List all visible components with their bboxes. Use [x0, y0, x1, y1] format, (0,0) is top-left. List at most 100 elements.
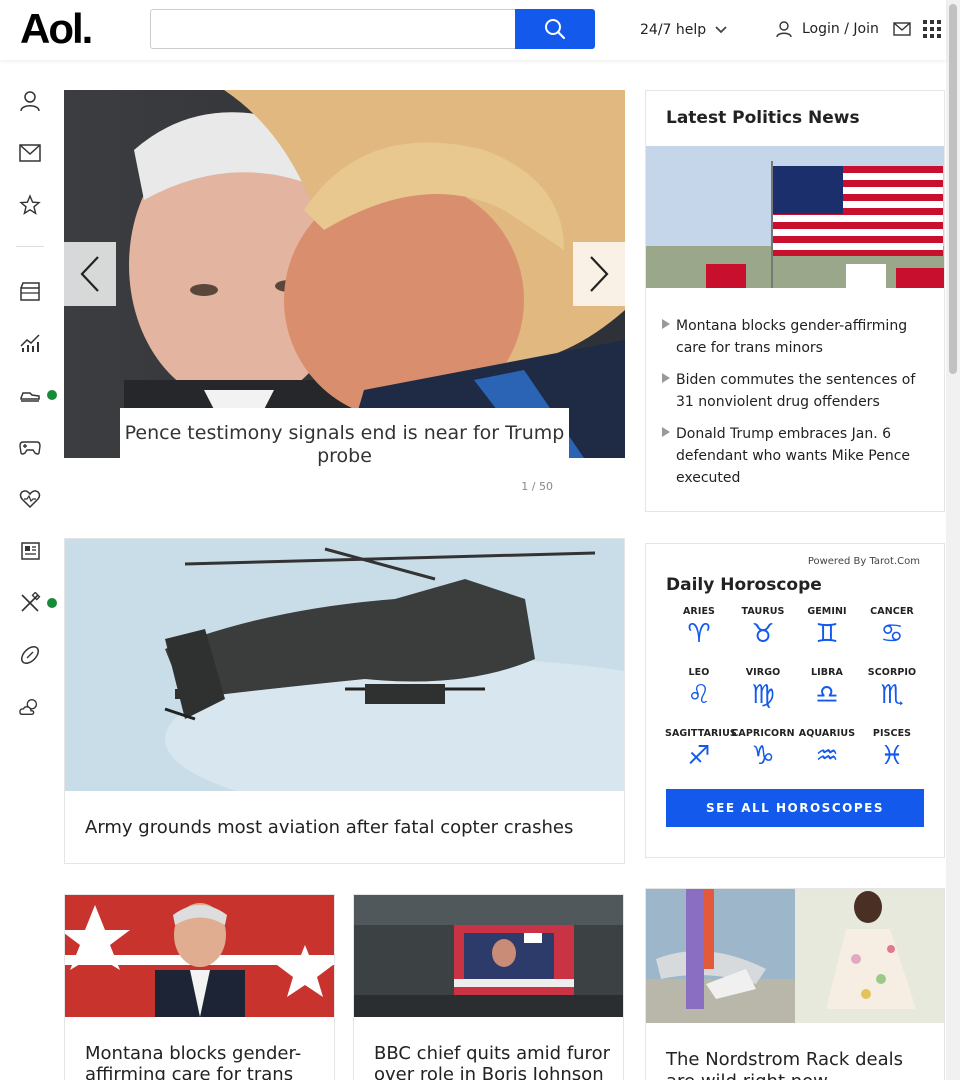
user-icon: [776, 21, 792, 38]
cancer-icon: ♋: [880, 619, 904, 649]
games-icon[interactable]: [19, 436, 41, 458]
capricorn-icon: ♑: [751, 741, 775, 771]
page-scrollbar[interactable]: [946, 0, 960, 1080]
carousel-next-button[interactable]: [573, 242, 625, 306]
sign-capricorn[interactable]: CAPRICORN ♑: [729, 728, 797, 771]
mail-icon[interactable]: [19, 142, 41, 164]
sign-leo[interactable]: LEO ♌: [665, 667, 733, 710]
powered-by-label[interactable]: Powered By Tarot.Com: [808, 556, 920, 567]
scorpio-icon: ♏: [880, 680, 904, 710]
sign-taurus[interactable]: TAURUS ♉: [729, 606, 797, 649]
flag-image[interactable]: [646, 146, 944, 288]
sign-libra[interactable]: LIBRA ♎: [793, 667, 861, 710]
chevron-down-icon: [715, 26, 727, 34]
carousel-prev-button[interactable]: [64, 242, 116, 306]
leo-icon: ♌: [687, 680, 711, 710]
sign-name: GEMINI: [807, 606, 847, 617]
sign-name: CANCER: [870, 606, 914, 617]
weather-icon[interactable]: [19, 696, 41, 718]
sign-aries[interactable]: ARIES ♈: [665, 606, 733, 649]
politics-item[interactable]: Biden commutes the sentences of 31 nonvi…: [662, 369, 932, 413]
sign-name: LIBRA: [811, 667, 843, 678]
story-card-nordstrom[interactable]: The Nordstrom Rack deals are wild right …: [645, 888, 945, 1080]
story-card-title: The Nordstrom Rack deals are wild right …: [666, 1049, 903, 1080]
sports-icon[interactable]: [19, 644, 41, 666]
sign-name: SCORPIO: [867, 667, 917, 678]
story-card-bbc[interactable]: BBC chief quits amid furor over role in …: [353, 894, 624, 1080]
sign-name: CAPRICORN: [731, 728, 795, 739]
sign-gemini[interactable]: GEMINI ♊: [793, 606, 861, 649]
lifestyle-icon[interactable]: [19, 592, 41, 614]
story-card-montana[interactable]: Montana blocks gender-affirming care for…: [64, 894, 335, 1080]
sign-sagittarius[interactable]: SAGITTARIUS ♐: [665, 728, 737, 771]
scrollbar-thumb[interactable]: [949, 4, 957, 374]
horoscope-heading: Daily Horoscope: [666, 575, 822, 595]
login-label: Login / Join: [802, 21, 879, 37]
politics-item[interactable]: Montana blocks gender-affirming care for…: [662, 315, 932, 359]
sign-scorpio[interactable]: SCORPIO ♏: [858, 667, 926, 710]
army-story-card[interactable]: Army grounds most aviation after fatal c…: [64, 538, 625, 864]
login-button[interactable]: Login / Join: [775, 20, 879, 38]
helicopter-image: [65, 539, 624, 819]
shopping-notification-dot: [47, 390, 57, 400]
sign-name: TAURUS: [741, 606, 785, 617]
sign-name: ARIES: [682, 606, 716, 617]
entertainment-icon[interactable]: [19, 280, 41, 302]
search-icon: [545, 19, 566, 40]
carousel-counter: 1 / 50: [521, 480, 553, 493]
politics-item-title: Biden commutes the sentences of 31 nonvi…: [676, 372, 916, 410]
horoscope-module: Powered By Tarot.Com Daily Horoscope ARI…: [645, 543, 945, 858]
politician-image: [65, 895, 334, 1017]
sign-pisces[interactable]: PISCES ♓: [858, 728, 926, 771]
politics-item-title: Montana blocks gender-affirming care for…: [676, 318, 908, 356]
star-icon[interactable]: [19, 194, 41, 216]
politics-item-title: Donald Trump embraces Jan. 6 defendant w…: [676, 426, 911, 486]
see-all-horoscopes-button[interactable]: SEE ALL HOROSCOPES: [666, 789, 924, 827]
sign-name: SAGITTARIUS: [665, 728, 737, 739]
help-menu[interactable]: 24/7 help: [640, 22, 728, 38]
news-icon[interactable]: [19, 540, 41, 562]
story-card-title: Montana blocks gender-affirming care for…: [85, 1043, 302, 1080]
user-icon[interactable]: [19, 90, 41, 112]
sign-aquarius[interactable]: AQUARIUS ♒: [793, 728, 861, 771]
mail-icon[interactable]: [893, 21, 911, 41]
shopping-icon[interactable]: [19, 384, 41, 406]
search-input[interactable]: [150, 9, 516, 49]
sign-virgo[interactable]: VIRGO ♍: [729, 667, 797, 710]
sign-name: VIRGO: [745, 667, 781, 678]
hero-carousel-image[interactable]: [64, 90, 625, 458]
sign-name: AQUARIUS: [798, 728, 856, 739]
carousel-caption[interactable]: Pence testimony signals end is near for …: [120, 408, 569, 468]
chevron-right-icon: [590, 256, 609, 292]
gemini-icon: ♊: [815, 619, 839, 649]
politics-news-module: Latest Politics News Montana blocks gend…: [645, 90, 945, 512]
pisces-icon: ♓: [880, 741, 904, 771]
apps-grid-icon[interactable]: [923, 20, 941, 42]
taurus-icon: ♉: [751, 619, 775, 649]
lifestyle-notification-dot: [47, 598, 57, 608]
aries-icon: ♈: [687, 619, 711, 649]
libra-icon: ♎: [815, 680, 839, 710]
chevron-left-icon: [80, 256, 99, 292]
bullet-triangle-icon: [662, 373, 670, 383]
sagittarius-icon: ♐: [687, 741, 711, 771]
finance-icon[interactable]: [19, 332, 41, 354]
story-card-title: BBC chief quits amid furor over role in …: [374, 1043, 610, 1080]
aquarius-icon: ♒: [815, 741, 839, 771]
bbc-screen-image: [354, 895, 623, 1017]
help-label: 24/7 help: [640, 22, 707, 38]
bullet-triangle-icon: [662, 319, 670, 329]
politics-heading[interactable]: Latest Politics News: [666, 108, 860, 128]
fashion-image: [646, 889, 944, 1023]
top-header: Aol. 24/7 help Login / Join: [0, 0, 946, 60]
politics-item[interactable]: Donald Trump embraces Jan. 6 defendant w…: [662, 423, 932, 489]
bullet-triangle-icon: [662, 427, 670, 437]
army-story-title: Army grounds most aviation after fatal c…: [85, 817, 574, 838]
search-button[interactable]: [515, 9, 595, 49]
nav-divider: [16, 246, 44, 247]
health-icon[interactable]: [19, 488, 41, 510]
sign-name: PISCES: [872, 728, 912, 739]
virgo-icon: ♍: [751, 680, 775, 710]
aol-logo[interactable]: Aol.: [20, 8, 93, 50]
sign-cancer[interactable]: CANCER ♋: [858, 606, 926, 649]
